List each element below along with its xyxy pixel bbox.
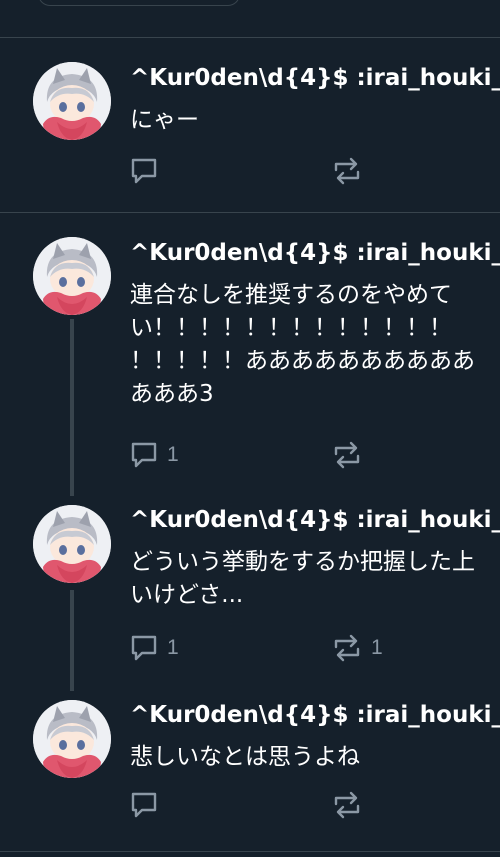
avatar[interactable]: [33, 700, 111, 778]
repost-button[interactable]: [331, 440, 371, 470]
repost-button[interactable]: [331, 790, 371, 820]
previous-post-stub: [38, 0, 240, 6]
repost-button[interactable]: 1: [331, 633, 383, 663]
repost-icon: [334, 441, 360, 469]
avatar[interactable]: [33, 237, 111, 315]
reply-button[interactable]: [129, 790, 167, 820]
reply-count: 1: [167, 443, 179, 466]
author-name[interactable]: ^Kur0den\d{4}$ :irai_houki_: [130, 63, 500, 93]
post-text: 連合なしを推奨するのをやめて い！！！！！！！！！！！！！ ！！！！！あああああ…: [130, 282, 475, 407]
post-text: 悲しいなとは思うよね: [130, 744, 360, 770]
repost-button[interactable]: [331, 156, 371, 186]
reply-button[interactable]: 1: [129, 633, 179, 663]
reply-icon: [131, 442, 157, 468]
divider: [0, 851, 500, 852]
repost-icon: [334, 634, 360, 662]
avatar[interactable]: [33, 505, 111, 583]
reply-icon: [131, 792, 157, 818]
tweet-4[interactable]: ^Kur0den\d{4}$ :irai_houki_ 悲しいなとは思うよね: [0, 683, 500, 851]
repost-icon: [334, 157, 360, 185]
reply-icon: [131, 635, 157, 661]
avatar[interactable]: [33, 62, 111, 140]
reply-icon: [131, 158, 157, 184]
post-text: にゃー: [130, 107, 199, 133]
tweet-1[interactable]: ^Kur0den\d{4}$ :irai_houki_ にゃー: [0, 38, 500, 212]
repost-icon: [334, 791, 360, 819]
thread-line: [70, 319, 74, 496]
reply-count: 1: [167, 636, 179, 659]
author-name[interactable]: ^Kur0den\d{4}$ :irai_houki_: [130, 505, 500, 535]
author-name[interactable]: ^Kur0den\d{4}$ :irai_houki_: [130, 700, 500, 730]
tweet-2[interactable]: ^Kur0den\d{4}$ :irai_houki_ 連合なしを推奨するのをや…: [0, 213, 500, 496]
author-name[interactable]: ^Kur0den\d{4}$ :irai_houki_: [130, 238, 500, 268]
reply-button[interactable]: 1: [129, 440, 179, 470]
reply-button[interactable]: [129, 156, 167, 186]
repost-count: 1: [371, 636, 383, 659]
post-text: どういう挙動をするか把握した上 いけどさ...: [130, 549, 475, 608]
thread-line: [70, 590, 74, 691]
tweet-3[interactable]: ^Kur0den\d{4}$ :irai_houki_ どういう挙動をするか把握…: [0, 488, 500, 691]
